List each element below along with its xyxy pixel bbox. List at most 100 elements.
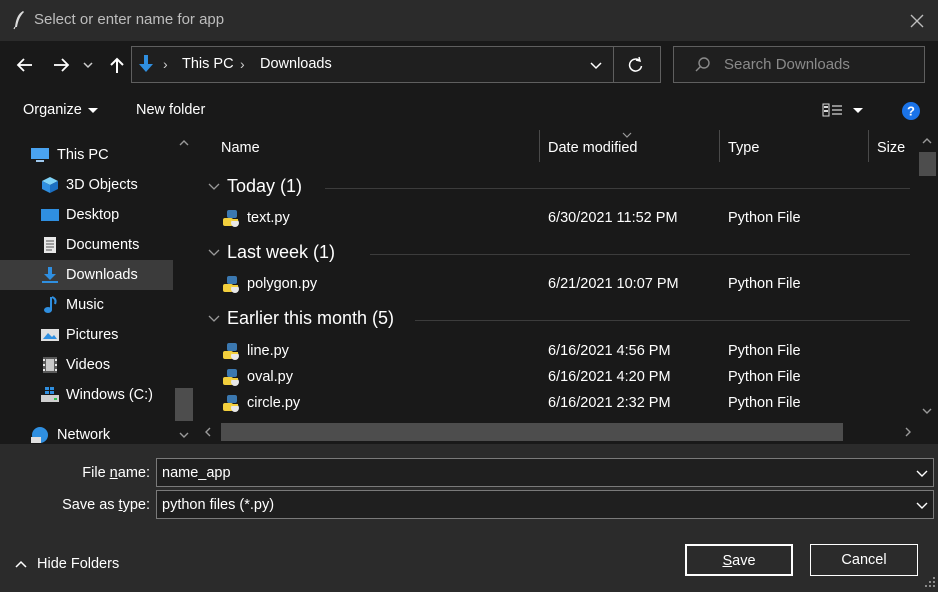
- sidebar-item-label: This PC: [57, 147, 109, 163]
- view-dropdown-chevron-icon[interactable]: [853, 107, 863, 115]
- 3d-objects-icon: [42, 177, 58, 193]
- horizontal-scroll-thumb[interactable]: [221, 423, 843, 441]
- scroll-up-chevron-icon[interactable]: [921, 136, 933, 146]
- title-bar: Select or enter name for app: [0, 0, 938, 41]
- file-name: polygon.py: [247, 276, 318, 292]
- documents-icon: [44, 237, 56, 253]
- python-file-icon: [223, 369, 239, 386]
- sidebar-scrollbar[interactable]: [173, 130, 197, 444]
- column-header-date-modified[interactable]: Date modified: [548, 140, 637, 156]
- window-title: Select or enter name for app: [34, 11, 225, 28]
- forward-arrow-icon[interactable]: [50, 54, 72, 76]
- sidebar-item-music[interactable]: Music: [0, 290, 173, 320]
- file-date: 6/21/2021 10:07 PM: [548, 276, 679, 292]
- breadcrumb-this-pc[interactable]: This PC: [182, 56, 234, 72]
- file-row[interactable]: line.py 6/16/2021 4:56 PM Python File: [197, 338, 917, 364]
- sidebar-item-3d-objects[interactable]: 3D Objects: [0, 170, 173, 200]
- sidebar-item-windows-c[interactable]: Windows (C:): [0, 380, 173, 410]
- sidebar-item-videos[interactable]: Videos: [0, 350, 173, 380]
- up-arrow-icon[interactable]: [106, 54, 128, 76]
- file-name-field[interactable]: name_app: [156, 458, 934, 487]
- file-name: text.py: [247, 210, 290, 226]
- scroll-up-chevron-icon[interactable]: [178, 138, 190, 148]
- file-type: Python File: [728, 343, 801, 359]
- close-icon[interactable]: [906, 10, 928, 32]
- search-icon: [695, 57, 710, 72]
- downloads-icon: [42, 267, 58, 283]
- recent-locations-chevron-icon[interactable]: [80, 54, 96, 76]
- file-row[interactable]: circle.py 6/16/2021 2:32 PM Python File: [197, 390, 917, 416]
- column-divider[interactable]: [868, 130, 869, 162]
- search-input[interactable]: Search Downloads: [724, 56, 850, 73]
- cancel-button[interactable]: Cancel: [810, 544, 918, 576]
- help-icon[interactable]: ?: [902, 102, 920, 120]
- vertical-scroll-thumb[interactable]: [919, 152, 936, 176]
- column-divider[interactable]: [539, 130, 540, 162]
- scroll-left-chevron-icon[interactable]: [203, 426, 213, 438]
- organize-button[interactable]: Organize: [23, 102, 82, 118]
- sidebar-item-label: Desktop: [66, 207, 120, 223]
- sidebar-item-label: Downloads: [66, 267, 138, 283]
- file-name-dropdown-chevron-icon[interactable]: [915, 467, 929, 479]
- file-name: oval.py: [247, 369, 293, 385]
- file-row[interactable]: polygon.py 6/21/2021 10:07 PM Python Fil…: [197, 271, 917, 297]
- file-row[interactable]: text.py 6/30/2021 11:52 PM Python File: [197, 205, 917, 231]
- sidebar-item-label: Pictures: [66, 327, 119, 343]
- chevron-up-icon: [15, 560, 27, 568]
- group-header-last-week[interactable]: Last week (1): [205, 242, 915, 266]
- view-options-icon[interactable]: [822, 102, 844, 118]
- network-icon: [31, 427, 48, 443]
- back-arrow-icon[interactable]: [14, 54, 36, 76]
- breadcrumb-separator-icon: ›: [240, 56, 245, 72]
- breadcrumb-downloads[interactable]: Downloads: [260, 56, 332, 72]
- file-list: Name Date modified Type Size Today (1) t…: [197, 130, 917, 420]
- videos-icon: [43, 357, 57, 373]
- new-folder-button[interactable]: New folder: [136, 102, 205, 118]
- save-button[interactable]: Save: [684, 543, 794, 577]
- address-dropdown-chevron-icon[interactable]: [588, 57, 604, 73]
- sidebar-item-pictures[interactable]: Pictures: [0, 320, 173, 350]
- column-header-type[interactable]: Type: [728, 140, 759, 156]
- search-box[interactable]: Search Downloads: [673, 46, 925, 83]
- file-name-input[interactable]: name_app: [162, 465, 231, 481]
- file-name-label: File name:: [82, 465, 150, 481]
- sidebar-item-documents[interactable]: Documents: [0, 230, 173, 260]
- scroll-right-chevron-icon[interactable]: [903, 426, 913, 438]
- file-list-vertical-scrollbar[interactable]: [917, 130, 938, 420]
- address-bar[interactable]: › This PC › Downloads: [131, 46, 661, 83]
- organize-chevron-icon[interactable]: [88, 107, 98, 115]
- file-list-horizontal-scrollbar[interactable]: [197, 420, 938, 444]
- sidebar-scroll-thumb[interactable]: [175, 388, 193, 421]
- sidebar-item-label: Network: [57, 427, 111, 443]
- sidebar-item-label: Windows (C:): [66, 387, 154, 403]
- collapse-chevron-icon[interactable]: [207, 182, 221, 192]
- file-date: 6/30/2021 11:52 PM: [548, 210, 678, 226]
- scroll-down-chevron-icon[interactable]: [178, 430, 190, 440]
- collapse-chevron-icon[interactable]: [207, 314, 221, 324]
- column-divider[interactable]: [719, 130, 720, 162]
- group-label: Last week (1): [227, 242, 336, 262]
- resize-grip-icon[interactable]: [924, 576, 936, 588]
- sidebar-item-network[interactable]: Network: [0, 420, 173, 444]
- hide-folders-label: Hide Folders: [37, 556, 120, 572]
- sidebar-item-desktop[interactable]: Desktop: [0, 200, 173, 230]
- file-row[interactable]: oval.py 6/16/2021 4:20 PM Python File: [197, 364, 917, 390]
- sidebar-item-this-pc[interactable]: This PC: [0, 140, 173, 170]
- group-label: Earlier this month (5): [227, 308, 395, 328]
- file-date: 6/16/2021 2:32 PM: [548, 395, 671, 411]
- column-header-size[interactable]: Size: [877, 140, 905, 156]
- sidebar-item-label: 3D Objects: [66, 177, 138, 193]
- column-header-name[interactable]: Name: [221, 140, 260, 156]
- group-divider: [325, 188, 910, 189]
- refresh-icon[interactable]: [627, 56, 645, 74]
- sidebar-item-downloads[interactable]: Downloads: [0, 260, 173, 290]
- save-as-type-select[interactable]: python files (*.py): [156, 490, 934, 519]
- collapse-chevron-icon[interactable]: [207, 248, 221, 258]
- group-header-earlier-this-month[interactable]: Earlier this month (5): [205, 308, 915, 332]
- hide-folders-button[interactable]: Hide Folders: [14, 554, 134, 576]
- file-type: Python File: [728, 210, 801, 226]
- group-header-today[interactable]: Today (1): [205, 176, 915, 200]
- scroll-down-chevron-icon[interactable]: [921, 406, 933, 416]
- file-date: 6/16/2021 4:56 PM: [548, 343, 671, 359]
- save-as-type-dropdown-chevron-icon[interactable]: [915, 499, 929, 511]
